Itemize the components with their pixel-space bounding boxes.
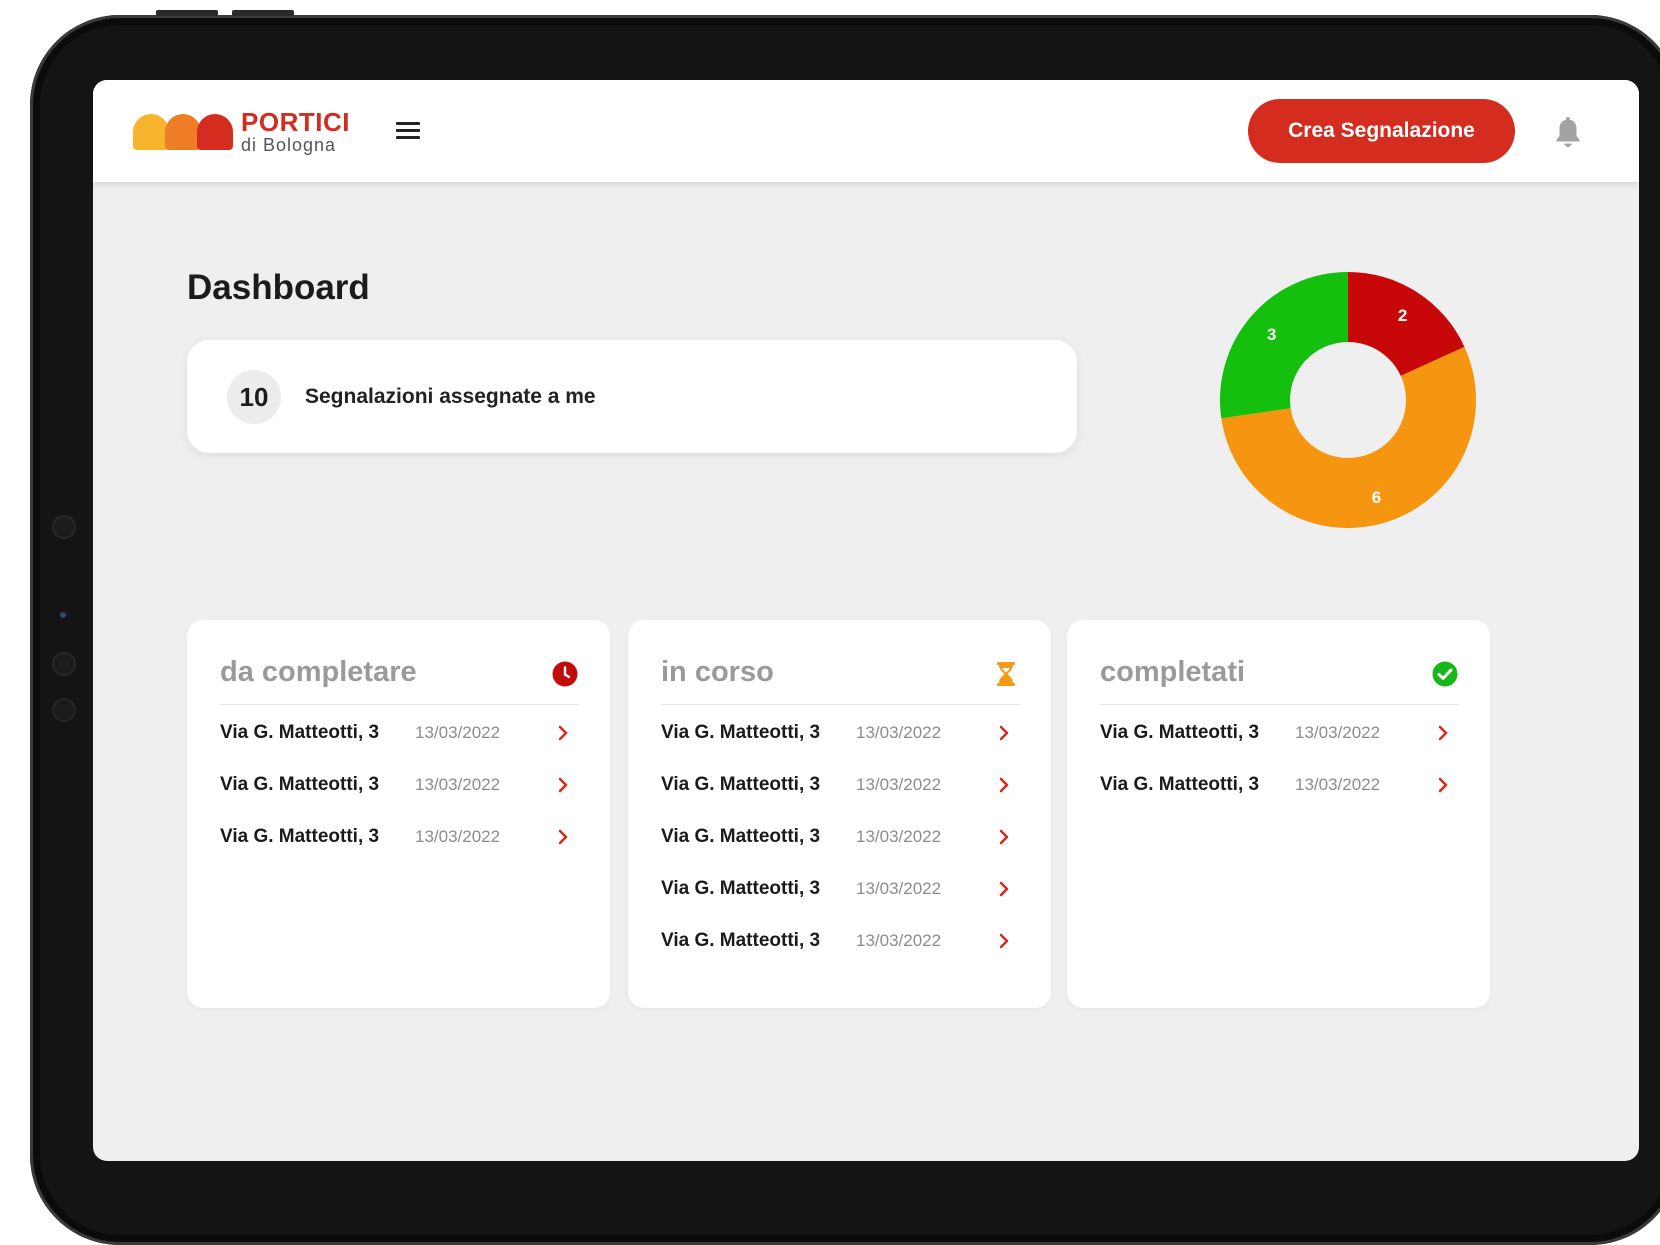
logo-title: PORTICI [241, 106, 350, 137]
device-top-button [232, 10, 294, 16]
hourglass-icon [997, 662, 1015, 686]
logo-arch-red [197, 114, 233, 150]
donut-slice [1220, 272, 1348, 419]
report-date: 13/03/2022 [856, 723, 942, 742]
report-date: 13/03/2022 [1295, 723, 1381, 742]
column-header: completati [1100, 648, 1459, 705]
logo-arches [133, 112, 233, 150]
report-row[interactable]: Via G. Matteotti, 3 13/03/2022 [661, 826, 1020, 878]
chevron-right-icon[interactable] [998, 776, 1010, 794]
report-address: Via G. Matteotti, 3 [661, 774, 821, 795]
report-row[interactable]: Via G. Matteotti, 3 13/03/2022 [220, 722, 579, 774]
page-title: Dashboard [187, 268, 370, 307]
chevron-right-icon[interactable] [998, 828, 1010, 846]
column-in-corso: in corso Via G. Matteotti, 3 13/03/2022 Vi… [628, 620, 1051, 1008]
column-title: completati [1100, 656, 1246, 688]
report-date: 13/03/2022 [856, 827, 942, 846]
column-rows: Via G. Matteotti, 3 13/03/2022 Via G. Matt… [220, 722, 579, 878]
chevron-right-icon[interactable] [998, 932, 1010, 950]
column-da-completare: da completare Via G. Matteotti, 3 13/03/2… [187, 620, 610, 1008]
report-address: Via G. Matteotti, 3 [661, 722, 821, 743]
create-report-button[interactable]: Crea Segnalazione [1248, 99, 1515, 163]
device-top-button [156, 10, 218, 16]
chevron-right-icon[interactable] [998, 880, 1010, 898]
report-date: 13/03/2022 [856, 879, 942, 898]
column-title: da completare [220, 656, 417, 688]
bell-icon[interactable] [1553, 114, 1583, 148]
check-circle-icon [1432, 661, 1458, 687]
report-row[interactable]: Via G. Matteotti, 3 13/03/2022 [1100, 774, 1459, 826]
report-date: 13/03/2022 [856, 775, 942, 794]
chevron-right-icon[interactable] [1437, 724, 1449, 742]
assigned-count-badge: 10 [227, 370, 281, 424]
hamburger-menu-icon[interactable] [396, 122, 420, 140]
device-sensor [60, 612, 66, 618]
app-screen: PORTICI di Bologna Crea Segnalazione Das… [93, 80, 1639, 1161]
report-row[interactable]: Via G. Matteotti, 3 13/03/2022 [661, 878, 1020, 930]
device-camera [52, 652, 76, 676]
report-date: 13/03/2022 [1295, 775, 1381, 794]
column-completati: completati Via G. Matteotti, 3 13/03/2022… [1067, 620, 1490, 1008]
report-date: 13/03/2022 [856, 931, 942, 950]
chevron-right-icon[interactable] [557, 828, 569, 846]
assigned-reports-card[interactable]: 10 Segnalazioni assegnate a me [187, 340, 1077, 453]
column-header: da completare [220, 648, 579, 705]
logo-arch-yellow [133, 114, 169, 150]
assigned-label: Segnalazioni assegnate a me [305, 385, 596, 408]
column-rows: Via G. Matteotti, 3 13/03/2022 Via G. Matt… [661, 722, 1020, 982]
clock-icon [552, 661, 578, 687]
report-address: Via G. Matteotti, 3 [220, 774, 380, 795]
report-row[interactable]: Via G. Matteotti, 3 13/03/2022 [1100, 722, 1459, 774]
report-row[interactable]: Via G. Matteotti, 3 13/03/2022 [220, 826, 579, 878]
column-rows: Via G. Matteotti, 3 13/03/2022 Via G. Matt… [1100, 722, 1459, 826]
device-camera [52, 698, 76, 722]
donut-slice-label: 2 [1398, 306, 1407, 325]
top-bar: PORTICI di Bologna Crea Segnalazione [93, 80, 1639, 182]
background-edge [0, 0, 30, 1215]
report-date: 13/03/2022 [415, 723, 501, 742]
chevron-right-icon[interactable] [998, 724, 1010, 742]
report-address: Via G. Matteotti, 3 [1100, 774, 1260, 795]
report-date: 13/03/2022 [415, 827, 501, 846]
report-address: Via G. Matteotti, 3 [1100, 722, 1260, 743]
report-address: Via G. Matteotti, 3 [220, 826, 380, 847]
report-address: Via G. Matteotti, 3 [661, 826, 821, 847]
report-row[interactable]: Via G. Matteotti, 3 13/03/2022 [661, 930, 1020, 982]
report-address: Via G. Matteotti, 3 [661, 930, 821, 951]
donut-slice-label: 6 [1372, 488, 1381, 507]
chevron-right-icon[interactable] [557, 724, 569, 742]
report-row[interactable]: Via G. Matteotti, 3 13/03/2022 [661, 722, 1020, 774]
device-camera [52, 515, 76, 539]
report-address: Via G. Matteotti, 3 [220, 722, 380, 743]
report-row[interactable]: Via G. Matteotti, 3 13/03/2022 [661, 774, 1020, 826]
portici-logo[interactable]: PORTICI di Bologna [133, 106, 350, 156]
report-date: 13/03/2022 [415, 775, 501, 794]
logo-arch-orange [165, 114, 201, 150]
report-row[interactable]: Via G. Matteotti, 3 13/03/2022 [220, 774, 579, 826]
status-donut-chart: 2 6 3 [1220, 272, 1476, 528]
donut-slice-label: 3 [1267, 325, 1276, 344]
column-header: in corso [661, 648, 1020, 705]
column-title: in corso [661, 656, 774, 688]
logo-subtitle: di Bologna [241, 134, 337, 155]
chevron-right-icon[interactable] [557, 776, 569, 794]
logo-text: PORTICI di Bologna [241, 109, 350, 154]
report-address: Via G. Matteotti, 3 [661, 878, 821, 899]
chevron-right-icon[interactable] [1437, 776, 1449, 794]
